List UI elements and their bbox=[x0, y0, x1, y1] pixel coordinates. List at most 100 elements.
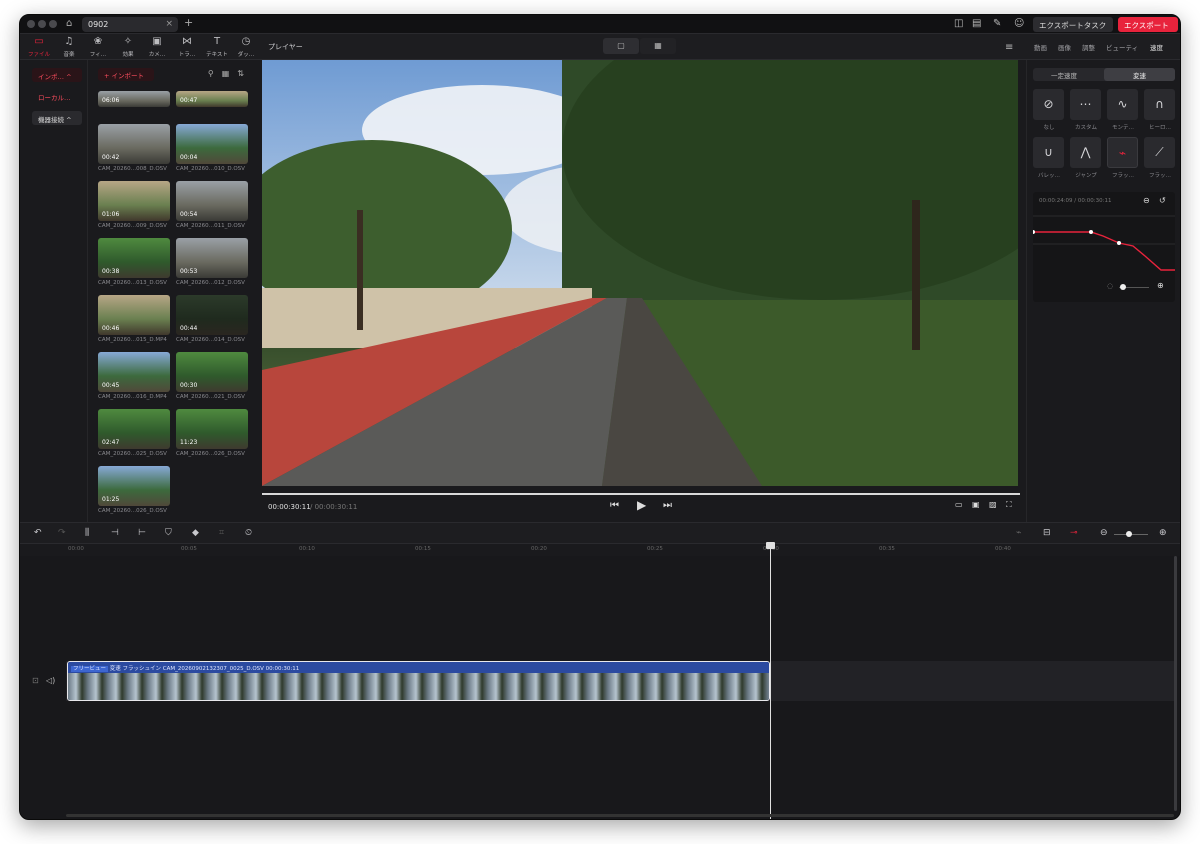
speed-mode-toggle[interactable]: 一定速度 変速 bbox=[1033, 68, 1175, 81]
zoom-in-icon[interactable]: ⊕ bbox=[1157, 281, 1164, 290]
track-audio-icon[interactable]: ◁) bbox=[46, 676, 55, 685]
tool-filter[interactable]: ❀ フィ… bbox=[83, 36, 113, 58]
zoom-in-icon[interactable]: ⊕ bbox=[1159, 528, 1167, 538]
media-thumb[interactable]: 00:47 bbox=[176, 91, 248, 107]
media-thumb[interactable]: 06:06 bbox=[98, 91, 170, 107]
snap-icon[interactable]: ⊟ bbox=[1043, 528, 1051, 538]
keyframe-icon[interactable]: ◆ bbox=[192, 528, 199, 538]
tab-adjust[interactable]: 調整 bbox=[1082, 42, 1095, 52]
redo-icon[interactable]: ↷ bbox=[58, 528, 66, 538]
media-thumb[interactable]: 00:45 bbox=[98, 352, 170, 392]
media-thumb[interactable]: 11:23 bbox=[176, 409, 248, 449]
preset-jump[interactable]: ⋀ bbox=[1070, 137, 1101, 168]
media-thumb[interactable]: 00:54 bbox=[176, 181, 248, 221]
mode-variable[interactable]: 変速 bbox=[1104, 68, 1175, 81]
tab-speed[interactable]: 速度 bbox=[1150, 42, 1163, 52]
video-preview[interactable] bbox=[262, 60, 1018, 486]
next-frame-icon[interactable]: ⏭ bbox=[663, 500, 672, 511]
media-thumb[interactable]: 00:44 bbox=[176, 295, 248, 335]
tool-music[interactable]: ♫ 音楽 bbox=[54, 36, 84, 58]
nav-device[interactable]: 機器接続 ^ bbox=[32, 111, 82, 125]
split-icon[interactable]: ⫼ bbox=[85, 528, 89, 538]
tab-beauty[interactable]: ビューティ bbox=[1106, 42, 1138, 52]
audio-wave-icon[interactable]: ⌁ bbox=[1016, 528, 1021, 538]
preset-flash-out[interactable]: ⟋ bbox=[1144, 137, 1175, 168]
layout-icon[interactable]: ◫ bbox=[954, 18, 963, 29]
export-task-button[interactable]: エクスポートタスク bbox=[1033, 17, 1113, 32]
import-button[interactable]: + インポート bbox=[98, 68, 154, 81]
nav-local[interactable]: ローカル… bbox=[32, 89, 82, 103]
timeline-hscrollbar[interactable] bbox=[66, 814, 1174, 817]
tool-effects[interactable]: ✧ 効果 bbox=[113, 36, 143, 58]
export-button[interactable]: エクスポート bbox=[1118, 17, 1178, 32]
nav-import[interactable]: インポ… ^ bbox=[32, 68, 82, 82]
timeline-ruler[interactable]: 00:00 00:05 00:10 00:15 00:20 00:25 00:3… bbox=[66, 544, 1174, 556]
crop-icon[interactable]: ⌗ bbox=[219, 528, 224, 538]
playhead-handle[interactable] bbox=[766, 542, 775, 549]
undo-icon[interactable]: ↶ bbox=[34, 528, 42, 538]
play-icon[interactable]: ▶ bbox=[637, 498, 646, 512]
fullscreen-icon[interactable]: ⛶ bbox=[1006, 500, 1012, 510]
tab-video[interactable]: 動画 bbox=[1034, 42, 1047, 52]
filter-icon[interactable]: ⚲ bbox=[208, 69, 222, 78]
zoom-out-icon[interactable]: ⊖ bbox=[1100, 528, 1108, 538]
preset-bullet[interactable]: ∪ bbox=[1033, 137, 1064, 168]
media-thumb[interactable]: 00:04 bbox=[176, 124, 248, 164]
playback-scrubber[interactable] bbox=[262, 493, 1020, 495]
close-icon[interactable]: × bbox=[165, 19, 173, 29]
menu-icon[interactable]: ≡ bbox=[1005, 42, 1013, 53]
timeline-clip[interactable]: フリービュー 変速 フラッシュイン CAM_20260902132307_002… bbox=[67, 661, 770, 701]
media-thumb[interactable]: 01:06 bbox=[98, 181, 170, 221]
zoom-slider-knob[interactable] bbox=[1120, 284, 1126, 290]
marker-icon[interactable]: ⛉ bbox=[165, 528, 172, 538]
tool-sticker[interactable]: ◷ ダッ… bbox=[231, 36, 261, 58]
new-tab-icon[interactable]: + bbox=[184, 16, 193, 29]
mode-constant[interactable]: 一定速度 bbox=[1051, 70, 1077, 80]
tool-file[interactable]: ▭ ファイル bbox=[24, 36, 54, 58]
media-thumb[interactable]: 00:53 bbox=[176, 238, 248, 278]
speed-curve-editor[interactable]: 00:00:24:09 / 00:00:30:11 ⊖ ↺ ◌ ⊕ bbox=[1033, 192, 1175, 302]
tool-text[interactable]: T テキスト bbox=[202, 36, 232, 58]
media-thumb[interactable]: 01:25 bbox=[98, 466, 170, 506]
media-thumb[interactable]: 00:42 bbox=[98, 124, 170, 164]
home-icon[interactable]: ⌂ bbox=[66, 18, 72, 29]
reset-icon[interactable]: ↺ bbox=[1159, 196, 1166, 205]
trim-left-icon[interactable]: ⊣ bbox=[111, 528, 119, 538]
track-lock-icon[interactable]: ⊡ bbox=[32, 676, 39, 685]
speed-clock-icon[interactable]: ⏲ bbox=[245, 528, 252, 538]
account-icon[interactable]: ☺ bbox=[1014, 18, 1024, 29]
image-icon[interactable]: ▨ bbox=[989, 500, 997, 509]
close-window-button[interactable] bbox=[27, 20, 35, 28]
notes-icon[interactable]: ✎ bbox=[993, 18, 1001, 29]
snapshot-icon[interactable]: ▣ bbox=[972, 500, 980, 509]
media-view-tools[interactable]: ⚲▦⇅ bbox=[208, 69, 252, 78]
media-thumb[interactable]: 00:38 bbox=[98, 238, 170, 278]
tool-camera[interactable]: ▣ カメ… bbox=[142, 36, 172, 58]
grid-icon[interactable]: ▦ bbox=[222, 69, 238, 78]
preset-custom[interactable]: ⋯ bbox=[1070, 89, 1101, 120]
preset-none[interactable]: ⊘ bbox=[1033, 89, 1064, 120]
maximize-window-button[interactable] bbox=[49, 20, 57, 28]
trim-right-icon[interactable]: ⊢ bbox=[138, 528, 146, 538]
sort-icon[interactable]: ⇅ bbox=[237, 69, 252, 78]
media-thumb[interactable]: 00:30 bbox=[176, 352, 248, 392]
timeline-vscrollbar[interactable] bbox=[1174, 556, 1177, 811]
minimize-window-button[interactable] bbox=[38, 20, 46, 28]
tab-image[interactable]: 画像 bbox=[1058, 42, 1071, 52]
multi-view-button[interactable]: ▦ bbox=[640, 38, 676, 54]
tool-transition[interactable]: ⋈ トラ… bbox=[172, 36, 202, 58]
preset-montage[interactable]: ∿ bbox=[1107, 89, 1138, 120]
preset-flash-in[interactable]: ⌁ bbox=[1107, 137, 1138, 168]
media-thumb[interactable]: 02:47 bbox=[98, 409, 170, 449]
single-view-button[interactable]: ▢ bbox=[603, 38, 639, 54]
prev-frame-icon[interactable]: ⏮ bbox=[610, 500, 619, 511]
zoom-out-icon[interactable]: ◌ bbox=[1107, 282, 1113, 290]
timeline-zoom-knob[interactable] bbox=[1126, 531, 1132, 537]
project-tab[interactable]: 0902 × bbox=[82, 17, 178, 32]
link-icon[interactable]: ⊸ bbox=[1070, 528, 1078, 538]
remove-point-icon[interactable]: ⊖ bbox=[1143, 196, 1150, 205]
preset-hero[interactable]: ∩ bbox=[1144, 89, 1175, 120]
media-thumb[interactable]: 00:46 bbox=[98, 295, 170, 335]
aspect-icon[interactable]: ▭ bbox=[955, 500, 963, 509]
playhead[interactable] bbox=[770, 544, 771, 819]
